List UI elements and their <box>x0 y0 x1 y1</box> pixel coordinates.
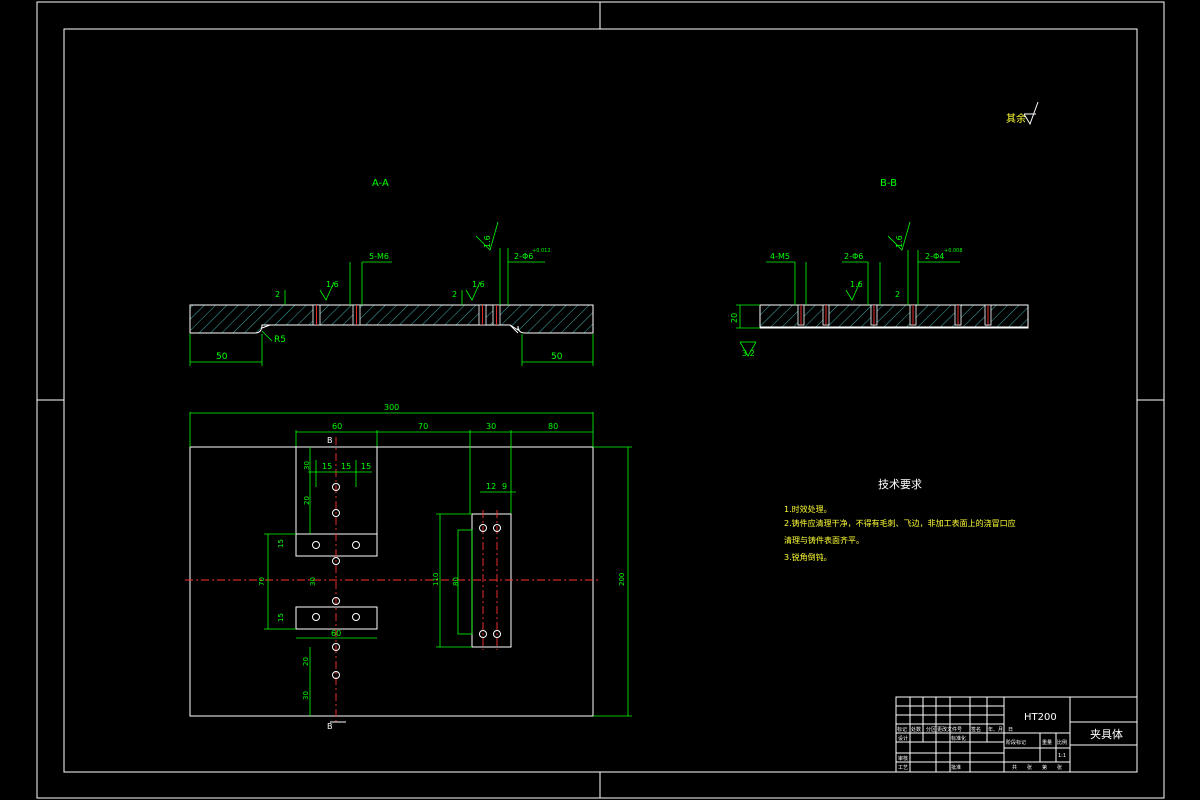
svg-text:15: 15 <box>277 613 285 622</box>
svg-text:20: 20 <box>303 496 311 505</box>
svg-text:B: B <box>327 722 333 731</box>
svg-text:处数: 处数 <box>911 726 921 733</box>
svg-text:审核: 审核 <box>898 755 908 762</box>
svg-text:110: 110 <box>432 573 440 586</box>
svg-text:2-Φ6: 2-Φ6 <box>514 252 533 261</box>
svg-text:+0.008: +0.008 <box>944 248 963 254</box>
svg-text:1.6: 1.6 <box>895 235 904 248</box>
section-b-b: B-B 20 3.2 4-M5 2-Φ6 1.6 2 1.6 2-Φ4 +0.0… <box>730 178 1029 358</box>
svg-text:第: 第 <box>1042 764 1047 771</box>
svg-text:批准: 批准 <box>951 764 961 771</box>
svg-text:20: 20 <box>302 657 310 666</box>
plan-view: 300 60 70 30 80 B B 15 15 15 30 20 15 70… <box>185 403 632 731</box>
dim-r5: R5 <box>274 335 286 345</box>
svg-text:2: 2 <box>452 290 457 299</box>
technical-requirements: 技术要求 1.时效处理。 2.铸件应清理干净，不得有毛刺、飞边，非加工表面上的浇… <box>784 478 1016 562</box>
svg-text:200: 200 <box>618 573 626 586</box>
svg-text:12: 12 <box>486 482 496 491</box>
tech-item-3: 清理与铸件表面齐平。 <box>784 535 864 545</box>
svg-text:1.6: 1.6 <box>850 280 863 289</box>
dim-left-50: 50 <box>216 352 228 362</box>
svg-text:30: 30 <box>302 691 310 700</box>
svg-text:张: 张 <box>1027 764 1032 771</box>
section-a-label: A-A <box>372 178 389 189</box>
svg-text:2: 2 <box>275 290 280 299</box>
svg-text:工艺: 工艺 <box>898 765 908 771</box>
svg-text:1.6: 1.6 <box>483 235 492 248</box>
tech-item-2: 2.铸件应清理干净，不得有毛刺、飞边，非加工表面上的浇冒口应 <box>784 518 1016 528</box>
svg-text:比例: 比例 <box>1057 739 1067 746</box>
svg-text:15: 15 <box>341 462 351 471</box>
svg-text:15: 15 <box>277 539 285 548</box>
section-a-a: A-A 50 50 R5 2 2 5-M6 1.6 1.6 1.6 2-Φ6 +… <box>189 178 594 366</box>
tech-item-4: 3.锐角倒钝。 <box>784 552 832 562</box>
svg-text:15: 15 <box>322 462 332 471</box>
svg-text:2: 2 <box>895 290 900 299</box>
svg-text:设计: 设计 <box>898 735 908 742</box>
svg-text:1.6: 1.6 <box>326 280 339 289</box>
svg-text:5-M6: 5-M6 <box>369 252 389 261</box>
svg-text:30: 30 <box>303 461 311 470</box>
svg-text:80: 80 <box>548 422 558 431</box>
tech-item-1: 1.时效处理。 <box>784 504 832 514</box>
svg-text:20: 20 <box>730 313 739 323</box>
svg-text:30: 30 <box>486 422 496 431</box>
svg-text:300: 300 <box>384 403 399 412</box>
svg-text:阶段标记: 阶段标记 <box>1006 739 1026 746</box>
svg-text:B: B <box>327 436 333 445</box>
svg-text:分区: 分区 <box>926 726 936 733</box>
part-name: 夹具体 <box>1090 727 1123 741</box>
svg-text:签名: 签名 <box>971 726 981 733</box>
svg-text:70: 70 <box>418 422 428 431</box>
svg-text:共: 共 <box>1012 764 1017 771</box>
material: HT200 <box>1024 712 1057 723</box>
svg-text:1.6: 1.6 <box>472 280 485 289</box>
svg-text:+0.012: +0.012 <box>532 248 551 254</box>
plan-outline <box>189 446 594 717</box>
svg-text:60: 60 <box>332 422 342 431</box>
svg-text:年、月、日: 年、月、日 <box>988 726 1013 733</box>
drawing-frame <box>36 1 1165 799</box>
svg-text:15: 15 <box>361 462 371 471</box>
svg-text:60: 60 <box>331 629 341 638</box>
svg-text:标记: 标记 <box>897 726 907 733</box>
svg-text:3.2: 3.2 <box>742 349 755 358</box>
svg-text:2-Φ6: 2-Φ6 <box>844 252 863 261</box>
svg-text:张: 张 <box>1057 764 1062 771</box>
section-b-label: B-B <box>880 178 897 189</box>
tech-title: 技术要求 <box>878 478 922 491</box>
svg-text:2-Φ4: 2-Φ4 <box>925 252 944 261</box>
section-a-body <box>189 304 594 334</box>
title-block: 标记 处数 分区 更改文件号 签名 年、月、日 设计 标准化 审核 工艺 批准 … <box>895 696 1138 773</box>
general-roughness-note: 其余 <box>1006 101 1039 126</box>
svg-text:更改文件号: 更改文件号 <box>937 726 962 733</box>
svg-text:70: 70 <box>258 577 266 586</box>
cad-drawing: 其余 A-A 50 50 R5 2 2 5-M6 1.6 1.6 1.6 2-Φ… <box>36 1 1165 799</box>
svg-text:9: 9 <box>502 482 507 491</box>
svg-text:4-M5: 4-M5 <box>770 252 790 261</box>
svg-text:30: 30 <box>309 577 317 586</box>
svg-text:重量: 重量 <box>1042 739 1052 746</box>
dim-right-50: 50 <box>551 352 563 362</box>
svg-text:80: 80 <box>452 577 460 586</box>
svg-text:标准化: 标准化 <box>951 735 966 742</box>
svg-text:1:1: 1:1 <box>1058 753 1066 759</box>
svg-text:其余: 其余 <box>1006 112 1026 125</box>
